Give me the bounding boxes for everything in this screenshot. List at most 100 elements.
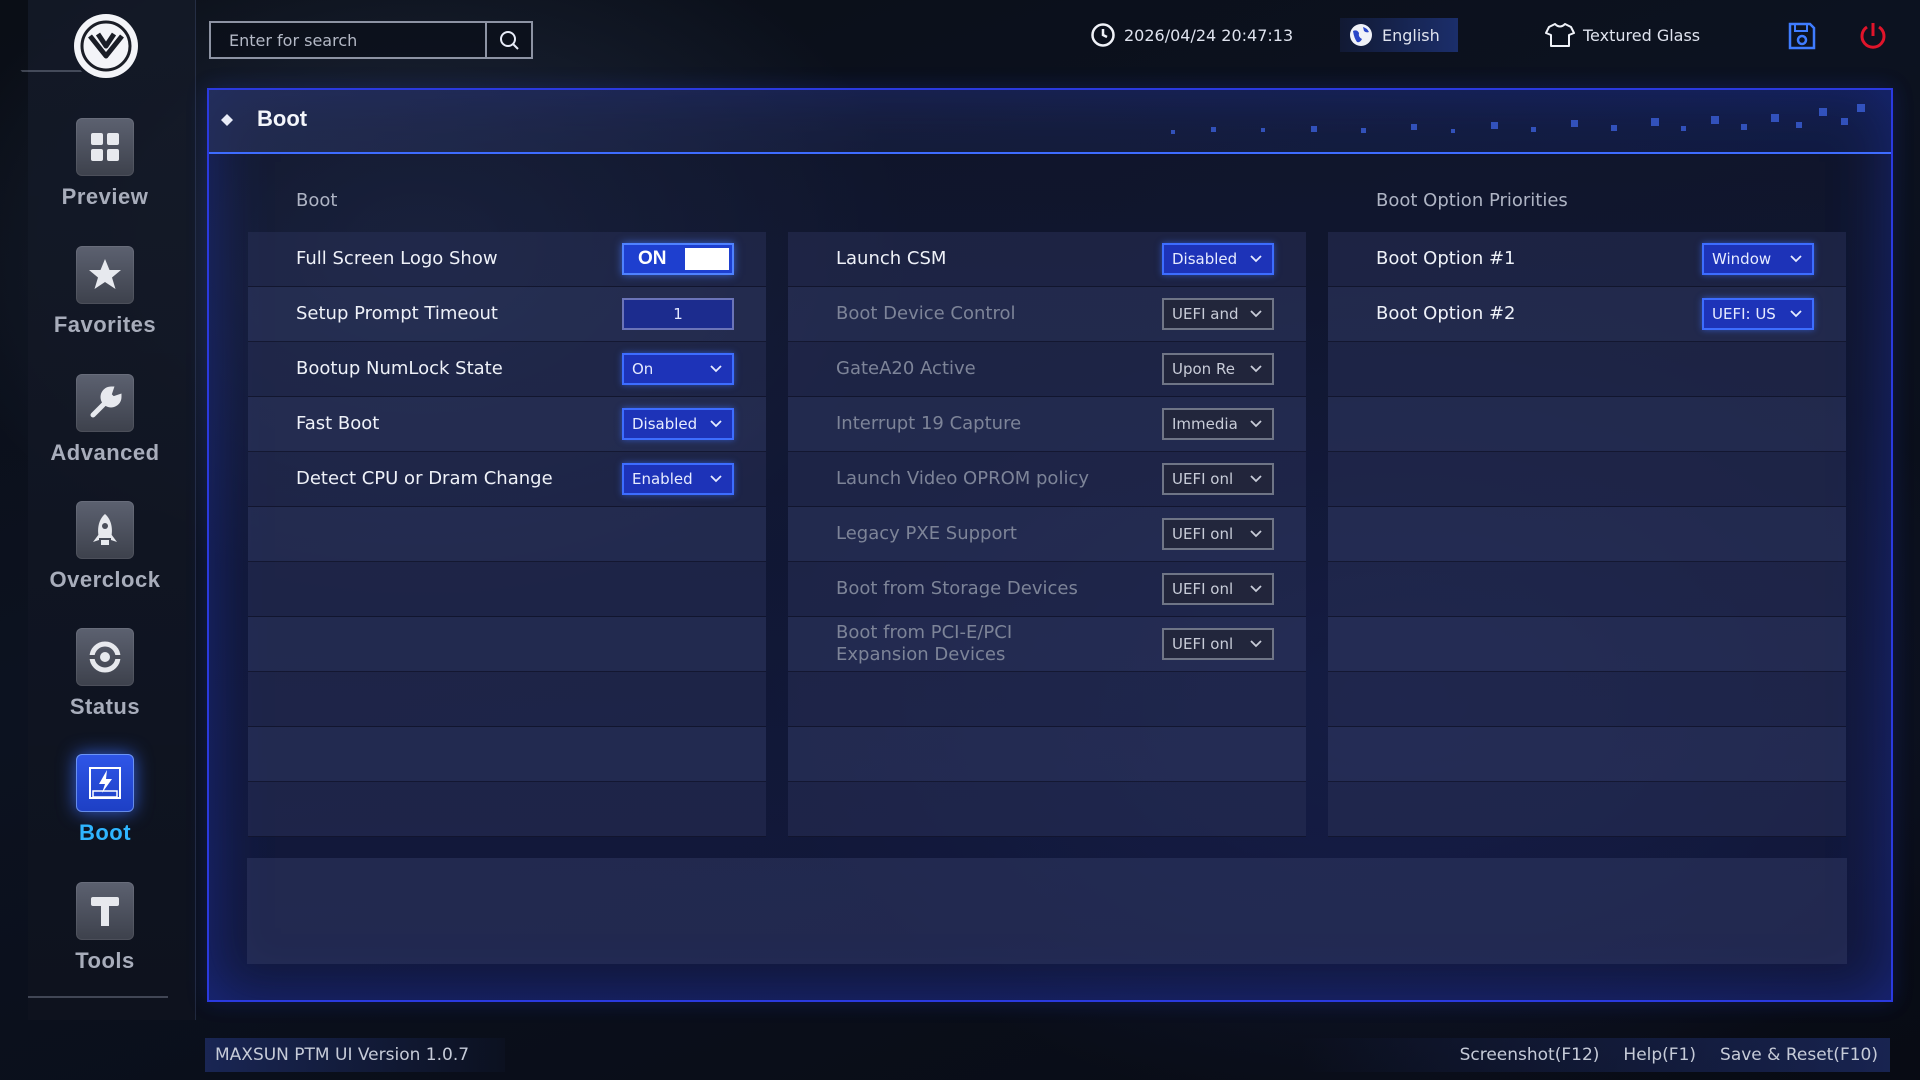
fast-boot-select[interactable]: Disabled: [622, 408, 734, 440]
chevron-down-icon: [710, 365, 722, 373]
sidebar-item-overclock[interactable]: Overclock: [28, 501, 182, 611]
save-button[interactable]: [1782, 16, 1822, 56]
version-label: MAXSUN PTM UI Version 1.0.7: [205, 1038, 505, 1072]
detect-cpu-dram-select[interactable]: Enabled: [622, 463, 734, 495]
select-value: UEFI and: [1172, 305, 1239, 323]
empty-row: [1328, 672, 1846, 727]
maxsun-logo: [74, 14, 138, 78]
sidebar-item-label: Overclock: [49, 567, 161, 592]
setting-label: Boot from Storage Devices: [836, 578, 1078, 599]
select-value: Upon Re: [1172, 360, 1235, 378]
sidebar-item-advanced[interactable]: Advanced: [28, 374, 182, 484]
setting-row-boot-option-1: Boot Option #1 Window: [1328, 232, 1846, 287]
sidebar-item-label: Preview: [61, 184, 149, 209]
theme-selector[interactable]: Textured Glass: [1545, 18, 1700, 52]
setting-label: Boot from PCI-E/PCI Expansion Devices: [836, 622, 1012, 666]
csm-settings-column: Launch CSM Disabled Boot Device Control …: [788, 232, 1306, 837]
setting-label: Interrupt 19 Capture: [836, 413, 1022, 434]
section-title-boot-priorities: Boot Option Priorities: [1376, 190, 1568, 211]
datetime-text: 2026/04/24 20:47:13: [1124, 25, 1294, 45]
footer-shortcuts: Screenshot(F12) Help(F1) Save & Reset(F1…: [1299, 1038, 1890, 1072]
save-icon: [1788, 22, 1816, 50]
chevron-down-icon: [1250, 475, 1262, 483]
sidebar-item-label: Favorites: [53, 312, 157, 337]
setting-label: Detect CPU or Dram Change: [296, 468, 553, 489]
select-value: Enabled: [632, 470, 693, 488]
setting-label: Launch Video OPROM policy: [836, 468, 1089, 489]
setting-row-interrupt-19: Interrupt 19 Capture Immedia: [788, 397, 1306, 452]
sidebar-item-status[interactable]: Status: [28, 628, 182, 738]
select-value: Disabled: [632, 415, 698, 433]
setting-row-boot-device-control: Boot Device Control UEFI and: [788, 287, 1306, 342]
grid-icon: [76, 118, 134, 176]
empty-row: [788, 672, 1306, 727]
power-button[interactable]: [1853, 16, 1893, 56]
sidebar-item-tools[interactable]: Tools: [28, 882, 182, 992]
setting-label: Bootup NumLock State: [296, 358, 503, 379]
empty-row: [248, 507, 766, 562]
sidebar-item-preview[interactable]: Preview: [28, 118, 182, 228]
status-icon: [76, 628, 134, 686]
language-selector[interactable]: English: [1340, 18, 1458, 52]
empty-row: [1328, 562, 1846, 617]
storage-devices-select[interactable]: UEFI onl: [1162, 573, 1274, 605]
search-box: [209, 21, 533, 59]
toggle-knob: [685, 248, 729, 270]
video-oprom-select[interactable]: UEFI onl: [1162, 463, 1274, 495]
legacy-pxe-select[interactable]: UEFI onl: [1162, 518, 1274, 550]
help-button[interactable]: Help(F1): [1623, 1045, 1696, 1065]
setting-row-video-oprom: Launch Video OPROM policy UEFI onl: [788, 452, 1306, 507]
empty-row: [1328, 727, 1846, 782]
setting-label: Full Screen Logo Show: [296, 248, 498, 269]
sidebar-item-boot[interactable]: Boot: [28, 754, 182, 864]
interrupt-19-select[interactable]: Immedia: [1162, 408, 1274, 440]
theme-label: Textured Glass: [1583, 25, 1701, 45]
setting-label: GateA20 Active: [836, 358, 976, 379]
setting-row-boot-option-2: Boot Option #2 UEFI: US: [1328, 287, 1846, 342]
select-value: Window: [1712, 250, 1772, 268]
save-reset-button[interactable]: Save & Reset(F10): [1720, 1045, 1878, 1065]
select-value: UEFI onl: [1172, 525, 1234, 543]
globe-icon: [1350, 24, 1372, 46]
boot-settings-column: Full Screen Logo Show ON Setup Prompt Ti…: [248, 232, 766, 837]
rocket-icon: [76, 501, 134, 559]
sidebar-item-label: Status: [69, 694, 141, 719]
boot-option-2-select[interactable]: UEFI: US: [1702, 298, 1814, 330]
pixel-decoration: [1171, 104, 1865, 134]
setting-label: Boot Device Control: [836, 303, 1016, 324]
sidebar-item-favorites[interactable]: Favorites: [28, 246, 182, 356]
chevron-down-icon: [1250, 420, 1262, 428]
screenshot-button[interactable]: Screenshot(F12): [1460, 1045, 1600, 1065]
panel-header: Boot: [209, 90, 1891, 154]
full-screen-logo-toggle[interactable]: ON: [622, 243, 734, 275]
pcie-devices-select[interactable]: UEFI onl: [1162, 628, 1274, 660]
empty-row: [1328, 617, 1846, 672]
launch-csm-select[interactable]: Disabled: [1162, 243, 1274, 275]
chevron-down-icon: [1250, 530, 1262, 538]
select-value: UEFI onl: [1172, 470, 1234, 488]
boot-device-control-select[interactable]: UEFI and: [1162, 298, 1274, 330]
select-value: UEFI: US: [1712, 305, 1776, 323]
sidebar-bottom-decoration: [28, 996, 168, 1016]
setup-prompt-timeout-input[interactable]: [622, 298, 734, 330]
boot-option-1-select[interactable]: Window: [1702, 243, 1814, 275]
gatea20-select[interactable]: Upon Re: [1162, 353, 1274, 385]
select-value: On: [632, 360, 654, 378]
numlock-state-select[interactable]: On: [622, 353, 734, 385]
boot-icon: [76, 754, 134, 812]
power-icon: [1860, 23, 1886, 49]
sidebar-item-label: Boot: [78, 820, 132, 845]
search-input[interactable]: [211, 23, 485, 57]
chevron-down-icon: [710, 475, 722, 483]
setting-row-fast-boot: Fast Boot Disabled: [248, 397, 766, 452]
setting-label: Boot Option #2: [1376, 303, 1516, 324]
setting-row-legacy-pxe: Legacy PXE Support UEFI onl: [788, 507, 1306, 562]
chevron-down-icon: [1790, 255, 1802, 263]
search-button[interactable]: [485, 23, 531, 57]
search-icon: [500, 31, 519, 50]
sidebar-item-label: Advanced: [50, 440, 160, 465]
setting-label-line: Expansion Devices: [836, 644, 1006, 665]
language-label: English: [1382, 25, 1440, 45]
wrench-icon: [76, 374, 134, 432]
select-value: UEFI onl: [1172, 580, 1234, 598]
